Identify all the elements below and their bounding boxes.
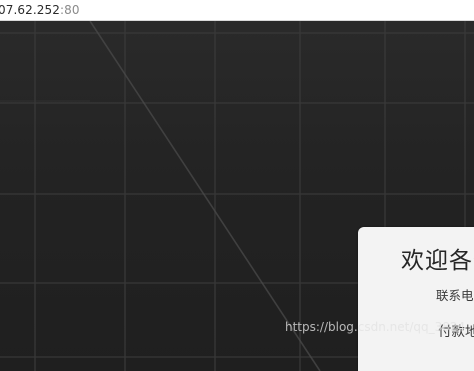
panel-title: 欢迎各位	[401, 248, 474, 274]
url-port: :80	[59, 3, 80, 17]
address-bar[interactable]: 07.62.252:80	[0, 0, 474, 21]
login-panel: 欢迎各位 联系电 付款地	[358, 227, 474, 371]
browser-viewport: 07.62.252:80 欢迎各 联系电 付款地 https://blog.cs…	[0, 0, 474, 371]
url-text[interactable]: 07.62.252:80	[0, 3, 80, 17]
url-host: 07.62.252	[0, 3, 60, 17]
phone-label: 联系电	[436, 288, 474, 303]
watermark-text: https://blog.csdn.net/qq_3824	[285, 320, 466, 334]
